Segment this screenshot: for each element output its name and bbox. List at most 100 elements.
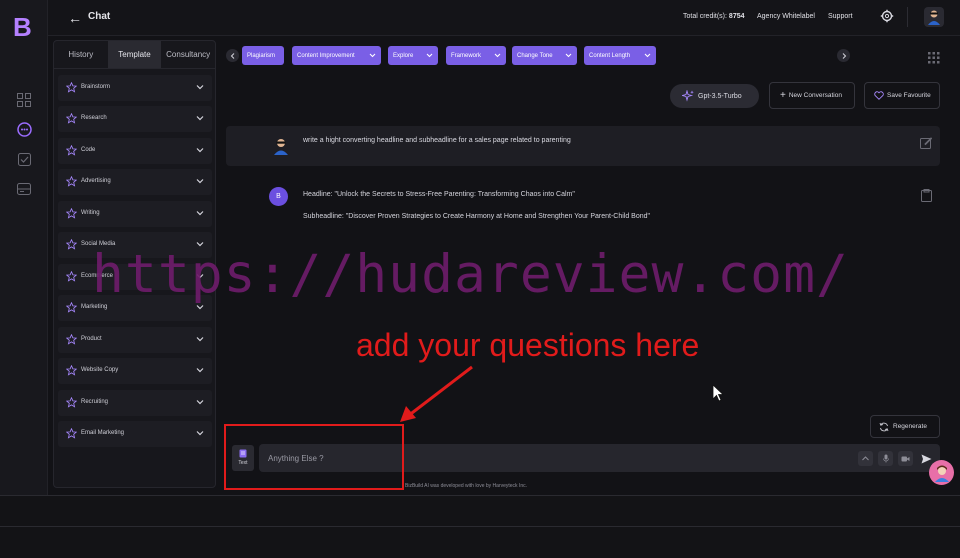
chevron-down-icon <box>196 368 204 373</box>
top-bar: ← Chat Total credit(s): 8754 Agency Whit… <box>48 0 960 36</box>
chips-scroll-left-icon[interactable] <box>226 49 239 62</box>
chevron-down-icon <box>494 53 501 58</box>
video-icon[interactable] <box>898 451 913 466</box>
chip-explore[interactable]: Explore <box>388 46 438 65</box>
star-icon[interactable] <box>66 82 77 93</box>
storage-icon[interactable] <box>16 181 32 197</box>
star-icon[interactable] <box>66 428 77 439</box>
divider <box>907 7 908 27</box>
watermark-url: https://hudareview.com/ <box>92 244 849 305</box>
new-conversation-button[interactable]: + New Conversation <box>769 82 855 109</box>
microphone-icon[interactable] <box>878 451 893 466</box>
user-message-avatar <box>274 139 288 155</box>
divider <box>0 526 960 527</box>
template-item[interactable]: Advertising <box>58 169 212 195</box>
support-avatar[interactable] <box>929 460 954 485</box>
star-icon[interactable] <box>66 334 77 345</box>
chevron-down-icon <box>426 53 433 58</box>
sparkle-icon <box>682 90 694 102</box>
regenerate-button[interactable]: Regenerate <box>870 415 940 438</box>
template-item[interactable]: Product <box>58 327 212 353</box>
left-rail: B <box>0 0 48 495</box>
chip-label: Content Improvement <box>297 52 355 59</box>
template-item[interactable]: Email Marketing <box>58 421 212 447</box>
back-arrow-icon[interactable]: ← <box>68 10 82 26</box>
star-icon[interactable] <box>66 176 77 187</box>
template-item[interactable]: Code <box>58 138 212 164</box>
regenerate-label: Regenerate <box>893 423 927 430</box>
template-item-label: Writing <box>81 210 100 216</box>
chevron-down-icon <box>196 431 204 436</box>
grid-icon[interactable] <box>16 92 32 108</box>
template-item[interactable]: Research <box>58 106 212 132</box>
template-item-label: Product <box>81 336 102 342</box>
template-item[interactable]: Writing <box>58 201 212 227</box>
footer-credit: BizBuild AI was developed with love by H… <box>405 483 528 489</box>
star-icon[interactable] <box>66 239 77 250</box>
refresh-icon <box>879 422 889 432</box>
chip-plagiarism[interactable]: Plagiarism <box>242 46 284 65</box>
heart-icon <box>874 91 884 100</box>
chip-content-length[interactable]: Content Length <box>584 46 656 65</box>
chevron-down-icon <box>196 85 204 90</box>
credits-value: 8754 <box>728 13 745 20</box>
save-favourite-button[interactable]: Save Favourite <box>864 82 940 109</box>
tab-template[interactable]: Template <box>107 41 162 68</box>
tab-consultancy[interactable]: Consultancy <box>161 41 215 68</box>
template-item-label: Brainstorm <box>81 84 111 90</box>
mouse-cursor-icon <box>712 384 724 402</box>
template-item-label: Email Marketing <box>81 430 125 436</box>
chip-label: Content Length <box>589 52 631 59</box>
tab-history[interactable]: History <box>54 41 108 68</box>
checklist-icon[interactable] <box>16 151 32 167</box>
star-icon[interactable] <box>66 302 77 313</box>
template-item-label: Website Copy <box>81 367 119 373</box>
app-logo[interactable]: B <box>13 14 35 40</box>
star-icon[interactable] <box>66 208 77 219</box>
bot-headline: Headline: "Unlock the Secrets to Stress-… <box>303 191 575 198</box>
user-message-text: write a hight converting headline and su… <box>303 137 571 144</box>
bot-avatar: B <box>269 187 288 206</box>
new-conversation-label: New Conversation <box>788 92 842 99</box>
star-icon[interactable] <box>66 113 77 124</box>
plus-icon: + <box>780 90 786 101</box>
edit-icon[interactable] <box>920 137 932 149</box>
save-favourite-label: Save Favourite <box>887 92 931 99</box>
template-item[interactable]: Recruiting <box>58 390 212 416</box>
star-icon[interactable] <box>66 365 77 376</box>
user-avatar[interactable] <box>924 7 944 27</box>
bot-subheadline: Subheadline: "Discover Proven Strategies… <box>303 213 650 220</box>
star-icon[interactable] <box>66 145 77 156</box>
chevron-down-icon <box>644 53 651 58</box>
star-icon[interactable] <box>66 397 77 408</box>
apps-grid-icon[interactable] <box>928 51 940 64</box>
support-link[interactable]: Support <box>828 13 853 20</box>
model-selector-button[interactable]: Gpt-3.5-Turbo <box>670 84 759 108</box>
chevron-down-icon <box>196 211 204 216</box>
chip-label: Change Tone <box>517 52 553 59</box>
template-item-label: Recruiting <box>81 399 109 405</box>
page-title: Chat <box>88 11 111 22</box>
chip-framework[interactable]: Framework <box>446 46 506 65</box>
chips-scroll-right-icon[interactable] <box>837 49 850 62</box>
credits-display: Total credit(s): 8754 <box>683 13 745 20</box>
chip-label: Explore <box>393 52 414 59</box>
user-message: write a hight converting headline and su… <box>226 126 940 166</box>
template-item-label: Advertising <box>81 178 111 184</box>
model-label: Gpt-3.5-Turbo <box>698 92 742 100</box>
chevron-down-icon <box>196 337 204 342</box>
annotation-arrow <box>400 365 473 422</box>
chevron-up-icon[interactable] <box>858 451 873 466</box>
chip-change-tone[interactable]: Change Tone <box>512 46 577 65</box>
chevron-down-icon <box>196 400 204 405</box>
agency-whitelabel-link[interactable]: Agency Whitelabel <box>757 13 815 20</box>
template-item[interactable]: Website Copy <box>58 358 212 384</box>
star-icon[interactable] <box>66 271 77 282</box>
chip-label: Framework <box>451 52 482 59</box>
template-item[interactable]: Brainstorm <box>58 75 212 101</box>
chat-icon[interactable] <box>16 121 32 137</box>
settings-gear-icon[interactable] <box>880 9 894 23</box>
chip-content-improvement[interactable]: Content Improvement <box>292 46 381 65</box>
clipboard-icon[interactable] <box>921 189 932 202</box>
chevron-down-icon <box>196 148 204 153</box>
